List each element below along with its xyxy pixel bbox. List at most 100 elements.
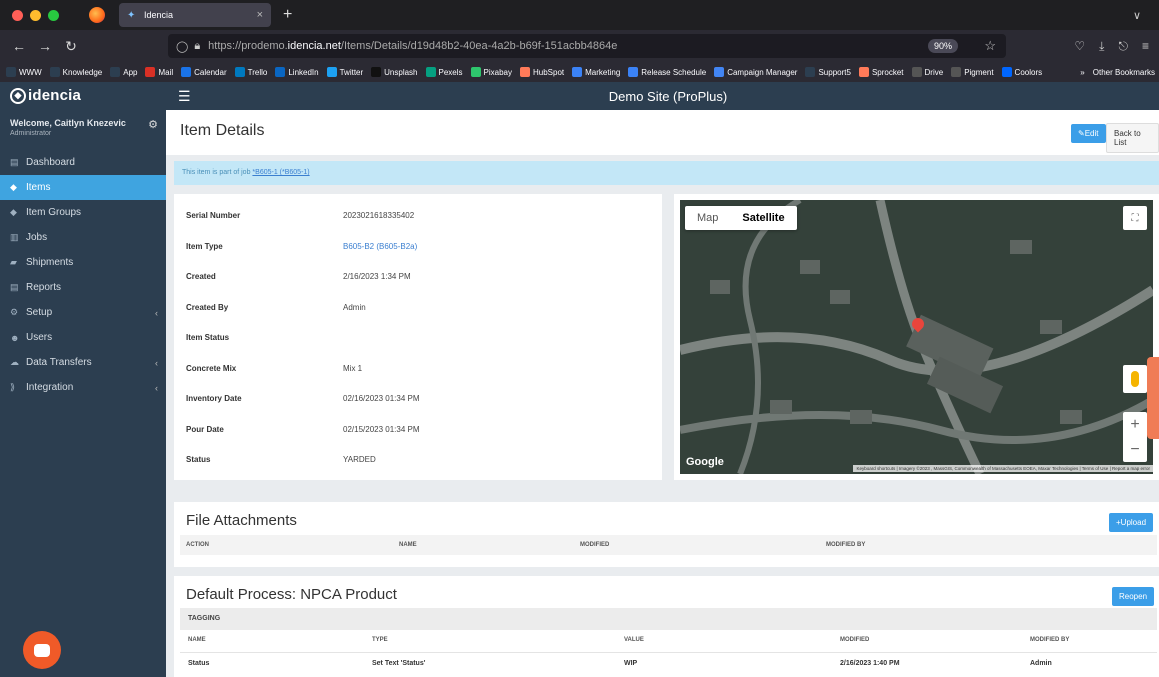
zoom-in-button[interactable]: + xyxy=(1123,412,1147,437)
map-tab[interactable]: Map xyxy=(685,212,730,224)
bookmark-item[interactable]: Marketing xyxy=(572,67,620,77)
detail-value: 2/16/2023 1:34 PM xyxy=(343,272,411,281)
page-header: Item Details ✎Edit Back to List xyxy=(166,110,1159,155)
zoom-out-button[interactable]: − xyxy=(1123,437,1147,462)
bookmark-item[interactable]: WWW xyxy=(6,67,42,77)
tab-list-chevron-icon[interactable]: ∨ xyxy=(1133,9,1141,22)
bookmark-label: Unsplash xyxy=(384,67,418,77)
back-arrow-icon[interactable]: ← xyxy=(12,38,26,54)
bookmark-item[interactable]: Pixabay xyxy=(470,67,512,77)
bookmark-item[interactable]: Campaign Manager xyxy=(714,67,797,77)
sidebar-item-setup[interactable]: ⚙ Setup ‹ xyxy=(0,300,166,325)
shipments-icon: ▰ xyxy=(10,257,17,267)
bookmark-item[interactable]: Pigment xyxy=(951,67,994,77)
bookmark-item[interactable]: Calendar xyxy=(181,67,227,77)
bookmark-item[interactable]: Unsplash xyxy=(371,67,418,77)
bookmark-label: HubSpot xyxy=(533,67,565,77)
lock-icon[interactable]: 🔒︎ xyxy=(194,40,200,53)
bookmark-star-icon[interactable]: ☆ xyxy=(984,38,996,54)
bookmark-favicon-icon xyxy=(858,67,869,77)
bookmark-item[interactable]: App xyxy=(110,67,137,77)
chevron-left-icon[interactable]: ‹ xyxy=(155,383,158,393)
tab-close-icon[interactable]: × xyxy=(257,9,263,21)
url-prefix: https://prodemo. xyxy=(208,40,288,52)
bookmark-item[interactable]: LinkedIn xyxy=(275,67,319,77)
job-link[interactable]: *B605-1 (*B605-1) xyxy=(252,169,309,176)
chevron-left-icon[interactable]: ‹ xyxy=(155,358,158,368)
bookmark-item[interactable]: Coolors xyxy=(1001,67,1043,77)
users-icon: ☻ xyxy=(10,332,20,343)
shield-icon[interactable]: ◯ xyxy=(176,40,188,53)
bookmark-label: Calendar xyxy=(194,67,227,77)
more-bookmarks-chevron-icon[interactable]: » xyxy=(1080,68,1084,77)
bookmark-item[interactable]: Support5 xyxy=(805,67,851,77)
sidebar-item-users[interactable]: ☻ Users xyxy=(0,325,166,350)
pocket-icon[interactable]: ♡ xyxy=(1074,39,1085,54)
detail-value[interactable]: B605-B2 (B605-B2a) xyxy=(343,242,417,251)
sidebar-item-label: Setup xyxy=(26,307,53,318)
map-attribution: Keyboard shortcuts | Imagery ©2023 , Mas… xyxy=(853,465,1153,472)
job-alert: This item is part of job *B605-1 (*B605-… xyxy=(174,161,1159,185)
share-icon[interactable]: ⎋ xyxy=(1118,39,1128,54)
maximize-window-button[interactable] xyxy=(48,9,59,21)
bookmark-label: Pigment xyxy=(964,67,994,77)
url-bar[interactable]: ◯ 🔒︎ https://prodemo. idencia.net/Items/D… xyxy=(168,34,1006,58)
sidebar-item-shipments[interactable]: ▰ Shipments xyxy=(0,250,166,275)
sidebar-item-integration[interactable]: ⟫ Integration ‹ xyxy=(0,375,166,400)
browser-tab[interactable]: ✦ Idencia × xyxy=(119,3,271,27)
feedback-side-tab[interactable] xyxy=(1147,357,1159,439)
bookmark-item[interactable]: Pexels xyxy=(425,67,463,77)
bookmark-item[interactable]: Sprocket xyxy=(858,67,904,77)
reload-icon[interactable]: ↻ xyxy=(64,38,78,55)
bookmark-label: Coolors xyxy=(1014,67,1043,77)
table-row[interactable]: Status Set Text 'Status' WIP 2/16/2023 1… xyxy=(180,652,1157,674)
satellite-map[interactable]: Map Satellite ⛶ + − Google Keyboard shor… xyxy=(680,200,1153,474)
chat-icon xyxy=(34,643,50,657)
sidebar-item-jobs[interactable]: ▥ Jobs xyxy=(0,225,166,250)
bookmark-favicon-icon xyxy=(326,67,337,77)
sidebar-item-label: Integration xyxy=(26,382,74,393)
menu-icon[interactable]: ≡ xyxy=(1142,39,1149,54)
forward-arrow-icon[interactable]: → xyxy=(38,38,52,54)
chevron-left-icon[interactable]: ‹ xyxy=(155,308,158,318)
detail-value: 2023021618335402 xyxy=(343,211,415,220)
chat-button[interactable] xyxy=(23,631,61,669)
bookmark-item[interactable]: Drive xyxy=(911,67,944,77)
sidebar-item-items[interactable]: ◆ Items xyxy=(0,175,166,200)
bookmark-item[interactable]: Trello xyxy=(234,67,267,77)
item-groups-icon: ◆ xyxy=(10,207,17,217)
sidebar-item-item-groups[interactable]: ◆ Item Groups xyxy=(0,200,166,225)
bookmark-item[interactable]: HubSpot xyxy=(520,67,564,77)
minimize-window-button[interactable] xyxy=(30,9,41,21)
bookmark-favicon-icon xyxy=(181,67,192,77)
fullscreen-icon[interactable]: ⛶ xyxy=(1123,206,1147,230)
bookmark-label: Drive xyxy=(924,67,944,77)
bookmark-item[interactable]: Release Schedule xyxy=(628,67,706,77)
sidebar-item-data-transfers[interactable]: ☁ Data Transfers ‹ xyxy=(0,350,166,375)
sidebar-item-reports[interactable]: ▤ Reports xyxy=(0,275,166,300)
tab-title: Idencia xyxy=(144,10,174,20)
bookmark-favicon-icon xyxy=(714,67,725,77)
upload-button[interactable]: +Upload xyxy=(1109,513,1154,532)
back-to-list-button[interactable]: Back to List xyxy=(1106,123,1159,153)
sidebar-item-dashboard[interactable]: ▤ Dashboard xyxy=(0,150,166,175)
bookmark-item[interactable]: Mail xyxy=(145,67,173,77)
satellite-tab[interactable]: Satellite xyxy=(730,212,796,224)
sidebar-item-label: Data Transfers xyxy=(26,357,92,368)
other-bookmarks-folder[interactable]: Other Bookmarks xyxy=(1093,68,1155,77)
zoom-badge[interactable]: 90% xyxy=(927,39,958,53)
close-window-button[interactable] xyxy=(12,9,23,21)
bookmark-item[interactable]: Twitter xyxy=(326,67,363,77)
bookmark-label: Campaign Manager xyxy=(727,67,798,77)
download-icon[interactable]: ⤓ xyxy=(1099,39,1104,54)
bookmark-item[interactable]: Knowledge xyxy=(49,67,102,77)
site-name: Demo Site (ProPlus) xyxy=(608,89,728,104)
edit-button[interactable]: ✎Edit xyxy=(1071,124,1106,143)
satellite-imagery xyxy=(680,200,1153,474)
idencia-favicon-icon: ✦ xyxy=(127,9,136,21)
reopen-button[interactable]: Reopen xyxy=(1112,587,1155,606)
new-tab-button[interactable]: + xyxy=(283,6,292,24)
street-view-pegman-icon[interactable] xyxy=(1123,365,1147,393)
gear-icon[interactable]: ⚙ xyxy=(148,118,158,131)
bookmark-favicon-icon xyxy=(805,67,816,77)
